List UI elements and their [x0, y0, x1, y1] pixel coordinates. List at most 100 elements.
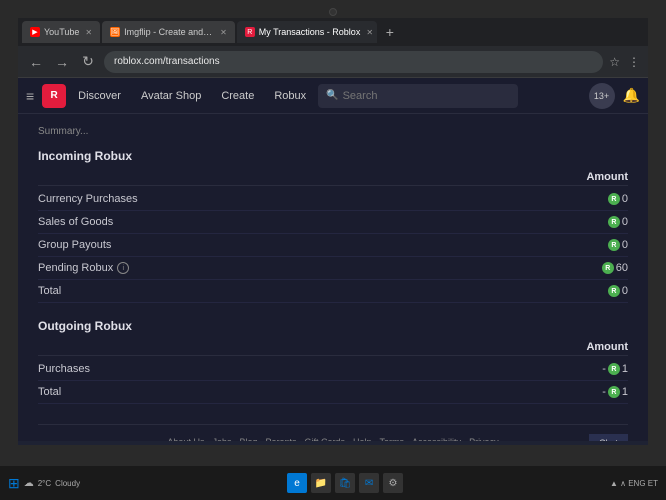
footer-blog[interactable]: Blog — [239, 437, 257, 442]
footer-parents[interactable]: Parents — [265, 437, 296, 442]
robux-icon-pending: R — [602, 262, 614, 274]
weather-temp: 2°C — [38, 479, 51, 488]
nav-item-robux[interactable]: Robux — [266, 90, 314, 102]
laptop-frame: ▶ YouTube ✕ 🖼 Imgflip - Create and Share… — [0, 0, 666, 500]
page-content: Summary... Incoming Robux Amount Currenc… — [18, 114, 648, 441]
hamburger-icon[interactable]: ≡ — [26, 88, 34, 104]
url-input[interactable] — [104, 51, 603, 73]
robux-icon-group: R — [608, 239, 620, 251]
weather-icon: ☁ — [24, 478, 34, 489]
row-currency-purchases: Currency Purchases R 0 — [38, 188, 628, 211]
page-subtitle: Summary... — [38, 126, 628, 137]
back-button[interactable]: ← — [26, 54, 46, 70]
bell-icon[interactable]: 🔔 — [623, 87, 640, 104]
outgoing-section-header: Outgoing Robux — [38, 315, 628, 337]
address-bar: ← → ↻ ☆ ⋮ — [18, 46, 648, 78]
footer-gift-cards[interactable]: Gift Cards — [305, 437, 346, 442]
avatar-label: 13+ — [594, 91, 609, 101]
outgoing-table-header: Amount — [38, 339, 628, 356]
purchases-label: Purchases — [38, 363, 90, 375]
purchases-value: - R 1 — [602, 363, 628, 375]
screen: ▶ YouTube ✕ 🖼 Imgflip - Create and Share… — [18, 18, 648, 445]
sales-of-goods-label: Sales of Goods — [38, 216, 113, 228]
total-outgoing-label: Total — [38, 386, 61, 398]
search-input[interactable] — [343, 90, 511, 102]
pending-robux-value: R 60 — [602, 262, 628, 274]
row-sales-of-goods: Sales of Goods R 0 — [38, 211, 628, 234]
currency-purchases-amount: 0 — [622, 193, 628, 205]
forward-button[interactable]: → — [52, 54, 72, 70]
tab-imgflip-label: Imgflip - Create and Share Awes... — [124, 27, 214, 37]
total-outgoing-amount: 1 — [622, 386, 628, 398]
more-icon[interactable]: ⋮ — [628, 55, 640, 69]
taskbar-time: ▲ ∧ ENG ET — [610, 479, 658, 488]
browser-chrome: ▶ YouTube ✕ 🖼 Imgflip - Create and Share… — [18, 18, 648, 78]
total-incoming-amount: 0 — [622, 285, 628, 297]
robux-icon-sales: R — [608, 216, 620, 228]
row-total-incoming: Total R 0 — [38, 280, 628, 303]
footer-terms[interactable]: Terms — [380, 437, 405, 442]
row-total-outgoing: Total - R 1 — [38, 381, 628, 404]
footer-privacy[interactable]: Privacy — [469, 437, 499, 442]
tab-youtube-label: YouTube — [44, 27, 79, 37]
chat-button[interactable]: Chat — [589, 434, 628, 441]
total-incoming-value: R 0 — [608, 285, 628, 297]
taskbar-mail-icon[interactable]: ✉ — [359, 473, 379, 493]
youtube-tab-icon: ▶ — [30, 27, 40, 37]
tab-youtube-close[interactable]: ✕ — [85, 28, 92, 37]
pending-robux-label: Pending Robux i — [38, 262, 129, 274]
taskbar-edge-icon[interactable]: e — [287, 473, 307, 493]
row-purchases: Purchases - R 1 — [38, 358, 628, 381]
webcam — [329, 8, 337, 16]
tab-roblox-label: My Transactions - Roblox — [259, 27, 361, 37]
browser-actions: ☆ ⋮ — [609, 55, 640, 69]
taskbar-explorer-icon[interactable]: 📁 — [311, 473, 331, 493]
currency-purchases-value: R 0 — [608, 193, 628, 205]
tab-bar: ▶ YouTube ✕ 🖼 Imgflip - Create and Share… — [18, 18, 648, 46]
tab-imgflip[interactable]: 🖼 Imgflip - Create and Share Awes... ✕ — [102, 21, 235, 43]
group-payouts-label: Group Payouts — [38, 239, 111, 251]
section-divider — [38, 303, 628, 315]
avatar-button[interactable]: 13+ — [589, 83, 615, 109]
nav-right: 13+ 🔔 — [589, 83, 640, 109]
pending-robux-info-icon[interactable]: i — [117, 262, 129, 274]
total-outgoing-value: - R 1 — [602, 386, 628, 398]
sales-of-goods-value: R 0 — [608, 216, 628, 228]
imgflip-tab-icon: 🖼 — [110, 27, 120, 37]
group-payouts-value: R 0 — [608, 239, 628, 251]
search-icon: 🔍 — [326, 90, 338, 101]
start-button[interactable]: ⊞ — [8, 475, 20, 492]
roblox-tab-icon: R — [245, 27, 255, 37]
bookmark-icon[interactable]: ☆ — [609, 55, 620, 69]
tab-youtube[interactable]: ▶ YouTube ✕ — [22, 21, 100, 43]
footer-jobs[interactable]: Jobs — [212, 437, 231, 442]
sales-of-goods-amount: 0 — [622, 216, 628, 228]
nav-item-avatar-shop[interactable]: Avatar Shop — [133, 90, 209, 102]
footer-about-us[interactable]: About Us — [167, 437, 204, 442]
roblox-logo: R — [42, 84, 66, 108]
taskbar-settings-icon[interactable]: ⚙ — [383, 473, 403, 493]
row-pending-robux: Pending Robux i R 60 — [38, 257, 628, 280]
outgoing-amount-header: Amount — [586, 341, 628, 353]
tab-roblox-close[interactable]: ✕ — [366, 28, 373, 37]
refresh-button[interactable]: ↻ — [78, 53, 98, 70]
new-tab-button[interactable]: + — [379, 21, 401, 43]
taskbar-right: ▲ ∧ ENG ET — [610, 479, 658, 488]
currency-purchases-label: Currency Purchases — [38, 193, 138, 205]
nav-item-create[interactable]: Create — [213, 90, 262, 102]
taskbar-store-icon[interactable]: 🛍 — [335, 473, 355, 493]
footer-accessibility[interactable]: Accessibility — [412, 437, 461, 442]
nav-item-discover[interactable]: Discover — [70, 90, 129, 102]
tab-imgflip-close[interactable]: ✕ — [220, 28, 227, 37]
pending-robux-amount: 60 — [616, 262, 628, 274]
roblox-navbar: ≡ R Discover Avatar Shop Create Robux 🔍 … — [18, 78, 648, 114]
robux-icon-currency: R — [608, 193, 620, 205]
robux-icon-total-outgoing: R — [608, 386, 620, 398]
page-footer: About Us Jobs Blog Parents Gift Cards He… — [38, 424, 628, 441]
taskbar: ⊞ ☁ 2°C Cloudy e 📁 🛍 ✉ ⚙ ▲ ∧ ENG ET — [0, 466, 666, 500]
search-bar[interactable]: 🔍 — [318, 84, 518, 108]
tab-roblox[interactable]: R My Transactions - Roblox ✕ — [237, 21, 377, 43]
incoming-table-header: Amount — [38, 169, 628, 186]
row-group-payouts: Group Payouts R 0 — [38, 234, 628, 257]
footer-help[interactable]: Help — [353, 437, 372, 442]
